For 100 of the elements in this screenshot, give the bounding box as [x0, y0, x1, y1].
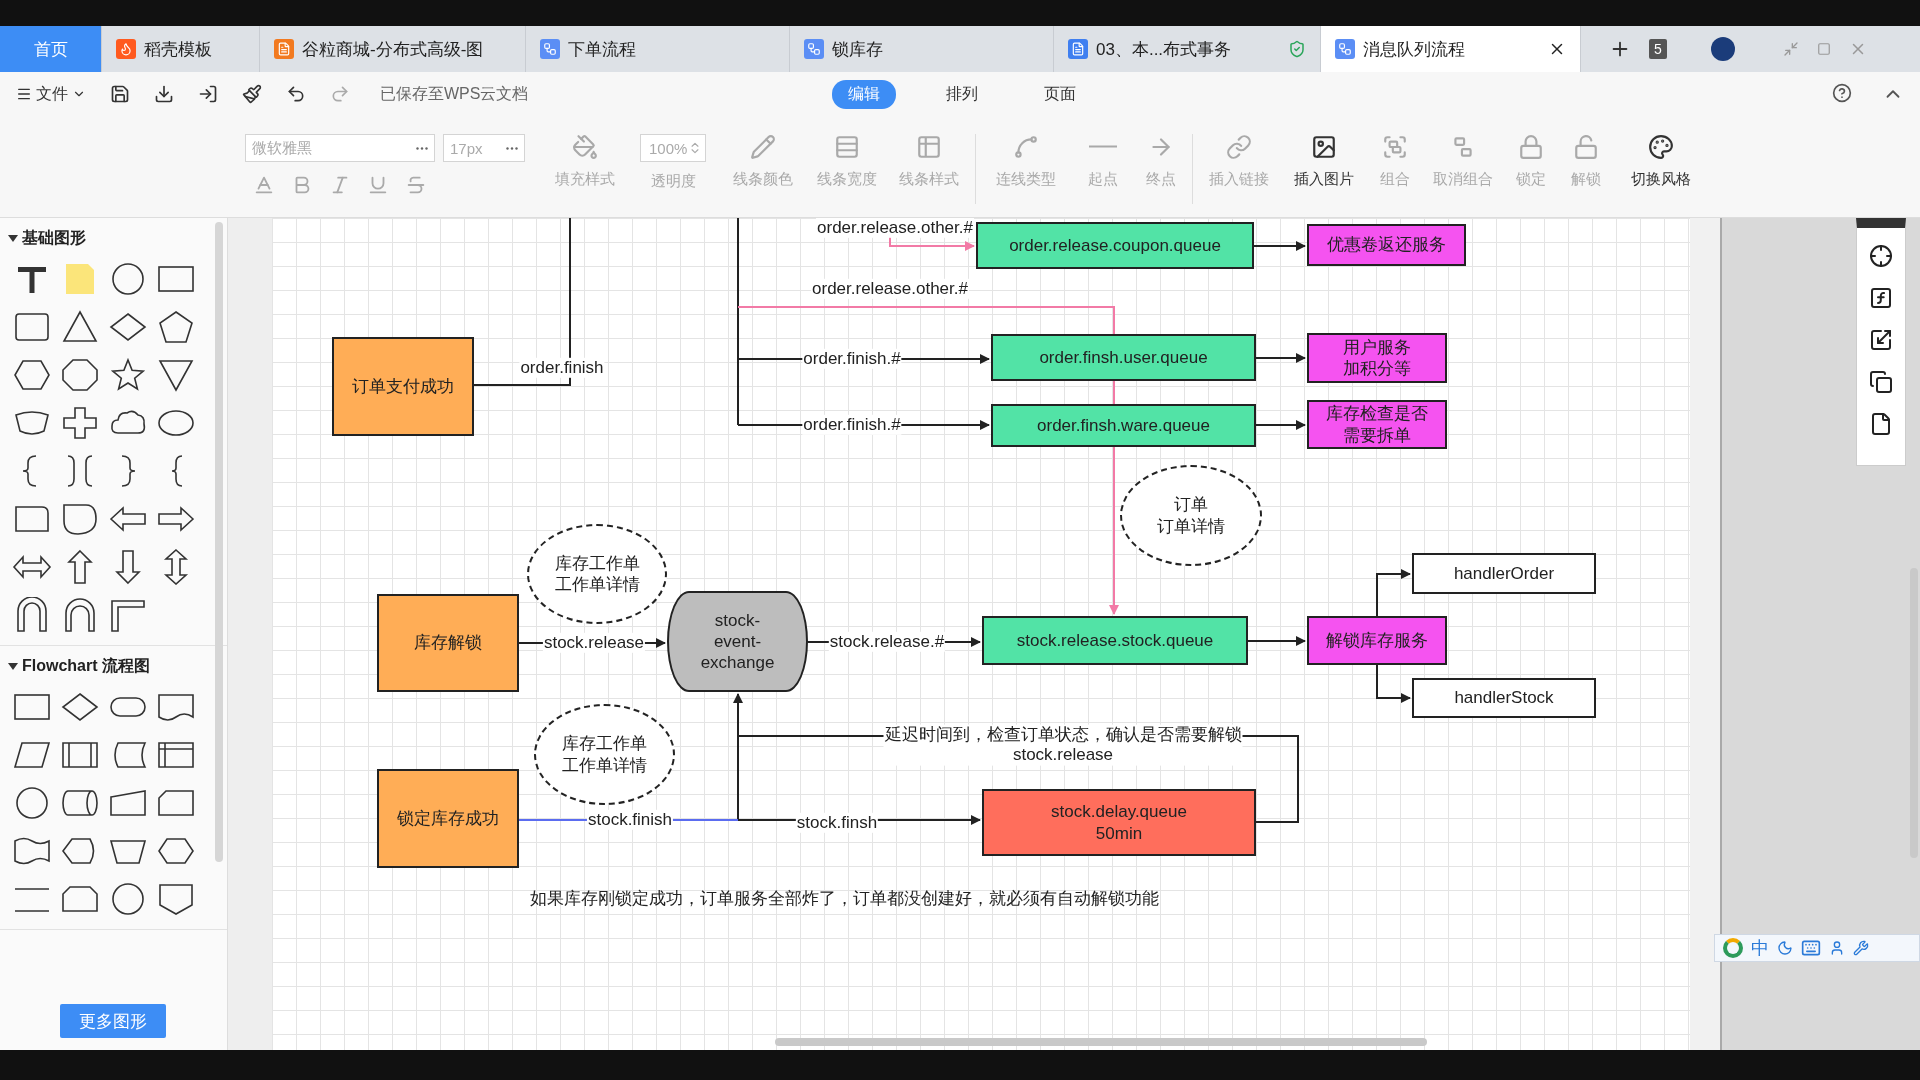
scrollbar[interactable]: [775, 1038, 1427, 1046]
node-text: handlerStock: [1454, 687, 1554, 709]
more-shapes-button[interactable]: 更多图形: [60, 1004, 166, 1038]
pentagon-shape-icon[interactable]: [156, 309, 196, 345]
document-icon: [274, 39, 294, 59]
edge-label: stock.finish: [586, 809, 674, 831]
unlock-icon: [1573, 134, 1599, 160]
export-button[interactable]: [198, 84, 218, 104]
node-text: 库存工作单: [562, 733, 647, 755]
flame-icon: [116, 39, 136, 59]
shield-icon: [1288, 40, 1306, 58]
save-status: 已保存至WPS云文档: [380, 83, 529, 104]
node-text: 工作单详情: [554, 574, 640, 596]
edge-label: order.finish.#: [802, 414, 902, 436]
node-text: 加积分等: [1343, 358, 1411, 380]
group-icon: [1382, 134, 1408, 160]
node-text: 50min: [1095, 822, 1143, 844]
edge-label: stock.release: [542, 632, 646, 654]
paint-bucket-icon: [572, 134, 598, 160]
node-text: 订单: [1174, 494, 1208, 516]
node-text: 锁定库存成功: [397, 807, 499, 830]
off-page-icon[interactable]: [156, 881, 196, 917]
moon-icon[interactable]: [1777, 940, 1793, 956]
home-tab[interactable]: 首页: [0, 26, 102, 72]
node-text: stock-: [714, 609, 761, 631]
node-text: 库存工作单: [554, 552, 640, 574]
diagram-note: 如果库存刚锁定成功，订单服务全部炸了，订单都没创建好，就必须有自动解锁功能: [528, 888, 1160, 910]
corner-shape-icon[interactable]: [108, 597, 148, 633]
node-text: 库存解锁: [414, 632, 482, 654]
diagram-note: 延迟时间到，检查订单状态，确认是否需要解锁 stock.release: [883, 724, 1243, 766]
lock-icon: [1518, 134, 1544, 160]
edge-label: order.finish.#: [802, 348, 902, 370]
document-tab[interactable]: 消息队列流程: [1321, 26, 1581, 72]
download-button[interactable]: [154, 84, 174, 104]
toolbar-button[interactable]: 插入图片: [1281, 134, 1367, 189]
line-icon: [1089, 145, 1117, 148]
node-text: 工作单详情: [562, 754, 647, 776]
flowchart-icon: [804, 39, 824, 59]
formula-icon[interactable]: [1869, 286, 1893, 310]
resize-icon[interactable]: [1869, 328, 1893, 352]
node-text: handlerOrder: [1453, 562, 1555, 585]
ime-logo-icon: [1723, 938, 1743, 958]
undo-button[interactable]: [286, 84, 306, 104]
mode-tab[interactable]: 页面: [1028, 80, 1092, 109]
inverted-triangle-icon[interactable]: [156, 357, 196, 393]
triangle-shape-icon[interactable]: [60, 309, 100, 345]
keyboard-icon[interactable]: [1801, 938, 1821, 958]
ime-mode[interactable]: 中: [1751, 936, 1769, 960]
node-text: stock.delay.queue: [1051, 801, 1187, 823]
font-color-icon[interactable]: [253, 174, 275, 196]
more-icon[interactable]: [506, 146, 518, 150]
window-count-badge[interactable]: 5: [1649, 39, 1667, 59]
user-icon[interactable]: [1829, 940, 1845, 956]
edge-label: order.release.other.#: [816, 218, 974, 239]
node-text: order.finsh.ware.queue: [1037, 414, 1210, 437]
node-text: order.release.coupon.queue: [1009, 234, 1221, 257]
document-icon: [1068, 39, 1088, 59]
format-painter-button[interactable]: [242, 84, 262, 104]
mode-tab[interactable]: 排列: [930, 80, 994, 109]
star-shape-icon[interactable]: [108, 357, 148, 393]
page-icon[interactable]: [1869, 412, 1893, 436]
scrollbar[interactable]: [215, 222, 223, 862]
rows-icon: [834, 134, 860, 160]
font-size-field[interactable]: 17px: [443, 134, 525, 162]
node-text: 库存检查是否: [1326, 403, 1428, 425]
mode-tab[interactable]: 编辑: [832, 80, 896, 109]
font-field[interactable]: 微软雅黑: [245, 134, 435, 162]
node-text: 解锁库存服务: [1326, 629, 1428, 652]
edge-label: stock.finsh: [795, 812, 879, 834]
help-icon[interactable]: [1832, 83, 1852, 103]
crosshair-icon[interactable]: [1869, 244, 1893, 268]
pencil-icon: [750, 134, 776, 160]
avatar[interactable]: [1710, 37, 1735, 61]
edge-label: stock.release.#: [828, 631, 946, 653]
file-menu[interactable]: 文件: [16, 83, 86, 105]
node-text: 需要拆单: [1343, 424, 1411, 446]
node-text: 订单支付成功: [352, 375, 454, 398]
node-text: order.finsh.user.queue: [1039, 346, 1208, 369]
node-text: event-: [713, 630, 762, 653]
edge-label: order.release.other.#: [811, 278, 969, 300]
node-text: stock.release.stock.queue: [1016, 629, 1214, 652]
node-text: 用户服务: [1343, 336, 1411, 358]
cross-shape-icon[interactable]: [60, 405, 100, 441]
toolbar-button[interactable]: 切换风格: [1613, 134, 1709, 189]
wrench-icon[interactable]: [1853, 940, 1869, 956]
curve-icon: [1013, 134, 1039, 160]
node-text: exchange: [700, 652, 775, 674]
flowchart-icon: [540, 39, 560, 59]
save-button[interactable]: [110, 84, 130, 104]
node-text: 优惠卷返还服务: [1327, 234, 1446, 256]
palette-icon: [1648, 134, 1674, 160]
octagon-shape-icon[interactable]: [60, 357, 100, 393]
node-text: 订单详情: [1157, 515, 1225, 537]
d-shape-icon[interactable]: [60, 501, 100, 537]
menu-icon: [16, 86, 32, 102]
hexagon-shape-icon[interactable]: [12, 357, 52, 393]
link-icon: [1226, 134, 1252, 160]
flowchart-icon: [1335, 39, 1355, 59]
more-icon[interactable]: [416, 146, 428, 150]
copy-icon[interactable]: [1869, 370, 1893, 394]
